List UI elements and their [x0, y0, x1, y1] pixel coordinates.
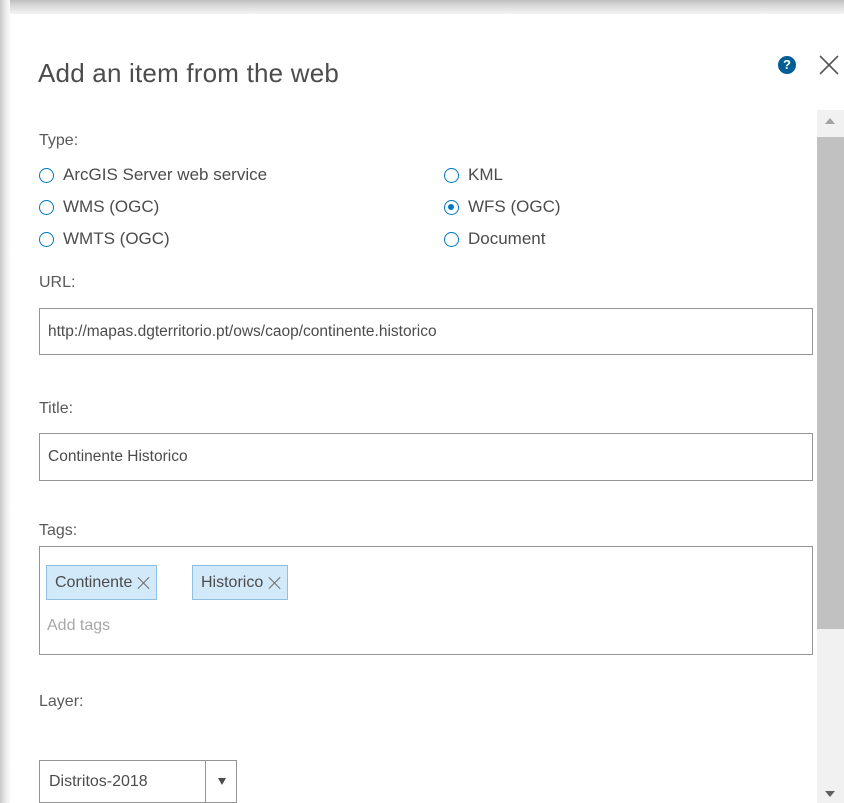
url-input[interactable]: http://mapas.dgterritorio.pt/ows/caop/co… — [39, 308, 813, 355]
chevron-down-icon[interactable] — [218, 778, 226, 785]
tag-label: Historico — [201, 573, 264, 591]
radio-kml[interactable]: KML — [444, 165, 503, 185]
window-shadow-top — [0, 0, 844, 14]
scrollbar-thumb[interactable] — [817, 137, 844, 629]
scroll-up-arrow-icon[interactable] — [825, 118, 835, 124]
title-input[interactable]: Continente Historico — [39, 433, 813, 481]
radio-circle[interactable] — [444, 167, 459, 183]
tag-chip: Continente — [46, 565, 158, 600]
add-item-dialog: Add an item from the web ? Type: ArcGIS … — [10, 14, 844, 803]
radio-label: WMS (OGC) — [63, 197, 160, 216]
radio-circle[interactable] — [39, 167, 54, 183]
radio-label: KML — [468, 165, 503, 184]
remove-tag-icon[interactable] — [269, 577, 281, 589]
radio-arcgis-server[interactable]: ArcGIS Server web service — [39, 165, 267, 185]
type-label: Type: — [39, 132, 79, 149]
add-tags-input[interactable] — [47, 617, 347, 635]
radio-document[interactable]: Document — [444, 229, 545, 249]
radio-circle[interactable] — [444, 231, 459, 247]
scrollbar[interactable] — [817, 110, 844, 803]
radio-wmts[interactable]: WMTS (OGC) — [39, 229, 170, 249]
radio-label: ArcGIS Server web service — [63, 165, 268, 184]
radio-circle[interactable] — [39, 199, 54, 215]
radio-circle[interactable] — [39, 231, 54, 247]
radio-label: WFS (OGC) — [468, 197, 561, 216]
layer-label: Layer: — [39, 693, 84, 710]
tag-chip: Historico — [192, 565, 289, 600]
radio-wfs[interactable]: WFS (OGC) — [444, 197, 561, 217]
tags-label: Tags: — [39, 522, 78, 539]
radio-wms[interactable]: WMS (OGC) — [39, 197, 159, 217]
tag-label: Continente — [55, 573, 133, 591]
select-divider — [205, 761, 206, 802]
scroll-down-arrow-icon[interactable] — [825, 791, 835, 797]
radio-circle-checked[interactable] — [444, 199, 459, 215]
radio-label: Document — [468, 229, 546, 248]
layer-select[interactable]: Distritos-2018 — [39, 760, 237, 803]
window-shadow-left — [0, 0, 10, 803]
title-label: Title: — [39, 400, 74, 417]
close-icon[interactable] — [816, 52, 842, 78]
question-circle-icon[interactable]: ? — [778, 56, 796, 74]
dialog-title: Add an item from the web — [38, 58, 340, 88]
url-label: URL: — [39, 274, 76, 291]
tags-input-box[interactable]: Continente Historico — [39, 546, 813, 655]
remove-tag-icon[interactable] — [138, 577, 150, 589]
radio-label: WMTS (OGC) — [63, 229, 170, 248]
layer-select-value: Distritos-2018 — [49, 772, 148, 790]
